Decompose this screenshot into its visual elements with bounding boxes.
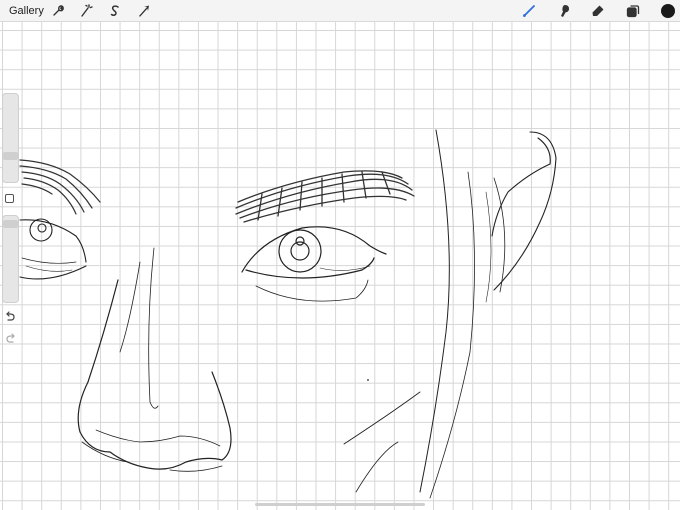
brush-icon[interactable] xyxy=(521,3,537,19)
undo-icon[interactable] xyxy=(4,309,17,322)
brush-size-knob[interactable] xyxy=(3,152,18,160)
pen-dot xyxy=(367,379,369,381)
actions-wrench-icon[interactable] xyxy=(50,3,66,19)
color-swatch-icon[interactable] xyxy=(660,3,676,19)
right-eye xyxy=(241,226,387,302)
layers-icon[interactable] xyxy=(625,3,641,19)
selection-s-icon[interactable] xyxy=(107,3,123,19)
top-toolbar: Gallery xyxy=(0,0,680,22)
ear xyxy=(485,131,557,303)
left-sidebar xyxy=(2,93,19,348)
right-eyebrow xyxy=(235,170,415,223)
adjustments-wand-icon[interactable] xyxy=(78,3,94,19)
brush-size-slider[interactable] xyxy=(2,93,19,183)
smudge-icon[interactable] xyxy=(556,3,572,19)
modify-button[interactable] xyxy=(5,194,14,203)
redo-icon[interactable] xyxy=(4,331,17,344)
eraser-icon[interactable] xyxy=(590,3,606,19)
home-indicator xyxy=(255,503,425,506)
transform-arrow-icon[interactable] xyxy=(136,3,152,19)
left-eyebrow xyxy=(19,159,101,215)
face-sketch xyxy=(19,129,557,499)
left-eye xyxy=(19,218,87,280)
nose xyxy=(77,247,232,472)
opacity-slider[interactable] xyxy=(2,215,19,303)
gallery-button[interactable]: Gallery xyxy=(9,3,44,19)
opacity-knob[interactable] xyxy=(3,220,18,228)
